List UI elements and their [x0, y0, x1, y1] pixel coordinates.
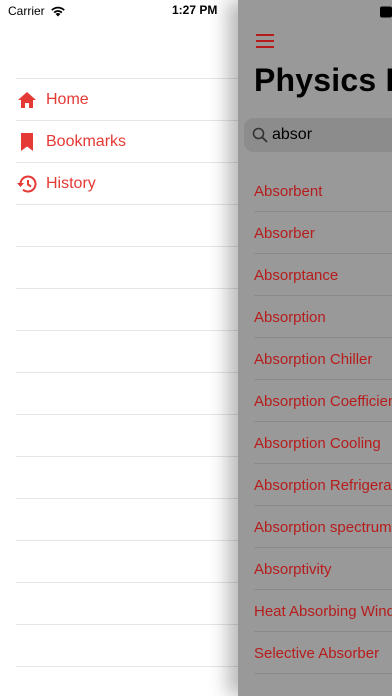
- search-bar[interactable]: [244, 118, 392, 152]
- carrier-label: Carrier: [8, 4, 45, 18]
- divider: [16, 456, 238, 457]
- list-item[interactable]: Absorptance: [254, 254, 392, 296]
- list-item[interactable]: Absorption spectrum: [254, 506, 392, 548]
- list-item[interactable]: Absorbent: [254, 170, 392, 212]
- list-item-label: Absorption Refrigeration: [254, 476, 392, 494]
- sidebar-item-label: Home: [46, 90, 89, 108]
- divider: [16, 246, 238, 247]
- screen: Carrier 1:27 PM Home Bookmarks History P…: [0, 0, 392, 696]
- search-input[interactable]: [272, 126, 392, 144]
- main-panel[interactable]: Physics Dictionary Absorbent Absorber Ab…: [238, 0, 392, 696]
- search-icon: [252, 127, 268, 143]
- wifi-icon: [50, 6, 65, 17]
- history-icon: [16, 173, 38, 195]
- list-item-label: Absorptance: [254, 266, 339, 284]
- home-icon: [16, 89, 38, 111]
- list-item-label: Absorption Chiller: [254, 350, 373, 368]
- status-bar-left: Carrier: [8, 3, 66, 19]
- divider: [16, 288, 238, 289]
- list-item-label: Absorption Cooling: [254, 434, 381, 452]
- list-item-label: Heat Absorbing Window: [254, 602, 392, 620]
- sidebar-item-home[interactable]: Home: [16, 78, 238, 120]
- list-item[interactable]: Absorption Chiller: [254, 338, 392, 380]
- list-item-label: Absorption Coefficient: [254, 392, 392, 410]
- list-item-label: Absorption spectrum: [254, 518, 392, 536]
- list-item-label: Absorptivity: [254, 560, 332, 578]
- list-item[interactable]: Heat Absorbing Window: [254, 590, 392, 632]
- divider: [16, 414, 238, 415]
- page-title: Physics Dictionary: [254, 62, 392, 98]
- bookmark-icon: [16, 131, 38, 153]
- list-item-label: Absorbent: [254, 182, 323, 200]
- sidebar-item-label: Bookmarks: [46, 132, 127, 150]
- status-time: 1:27 PM: [172, 3, 218, 17]
- list-item-label: Selective Absorber: [254, 644, 380, 662]
- list-item[interactable]: Absorption Cooling: [254, 422, 392, 464]
- divider: [16, 540, 238, 541]
- list-item[interactable]: Absorption: [254, 296, 392, 338]
- divider: [16, 582, 238, 583]
- sidebar-item-label: History: [46, 174, 96, 192]
- list-item[interactable]: Absorption Refrigeration: [254, 464, 392, 506]
- battery-icon: [380, 5, 392, 23]
- menu-icon[interactable]: [256, 33, 276, 49]
- divider: [16, 624, 238, 625]
- divider: [16, 498, 238, 499]
- list-item[interactable]: Absorption Coefficient: [254, 380, 392, 422]
- divider: [254, 673, 392, 674]
- list-item-label: Absorption: [254, 308, 326, 326]
- divider: [16, 372, 238, 373]
- sidebar-item-bookmarks[interactable]: Bookmarks: [16, 120, 238, 162]
- sidebar-item-history[interactable]: History: [16, 162, 238, 204]
- list-item[interactable]: Absorber: [254, 212, 392, 254]
- divider: [16, 204, 238, 205]
- list-item-label: Absorber: [254, 224, 315, 242]
- list-item[interactable]: Selective Absorber: [254, 632, 392, 674]
- list-item[interactable]: Absorptivity: [254, 548, 392, 590]
- divider: [16, 330, 238, 331]
- divider: [16, 666, 238, 667]
